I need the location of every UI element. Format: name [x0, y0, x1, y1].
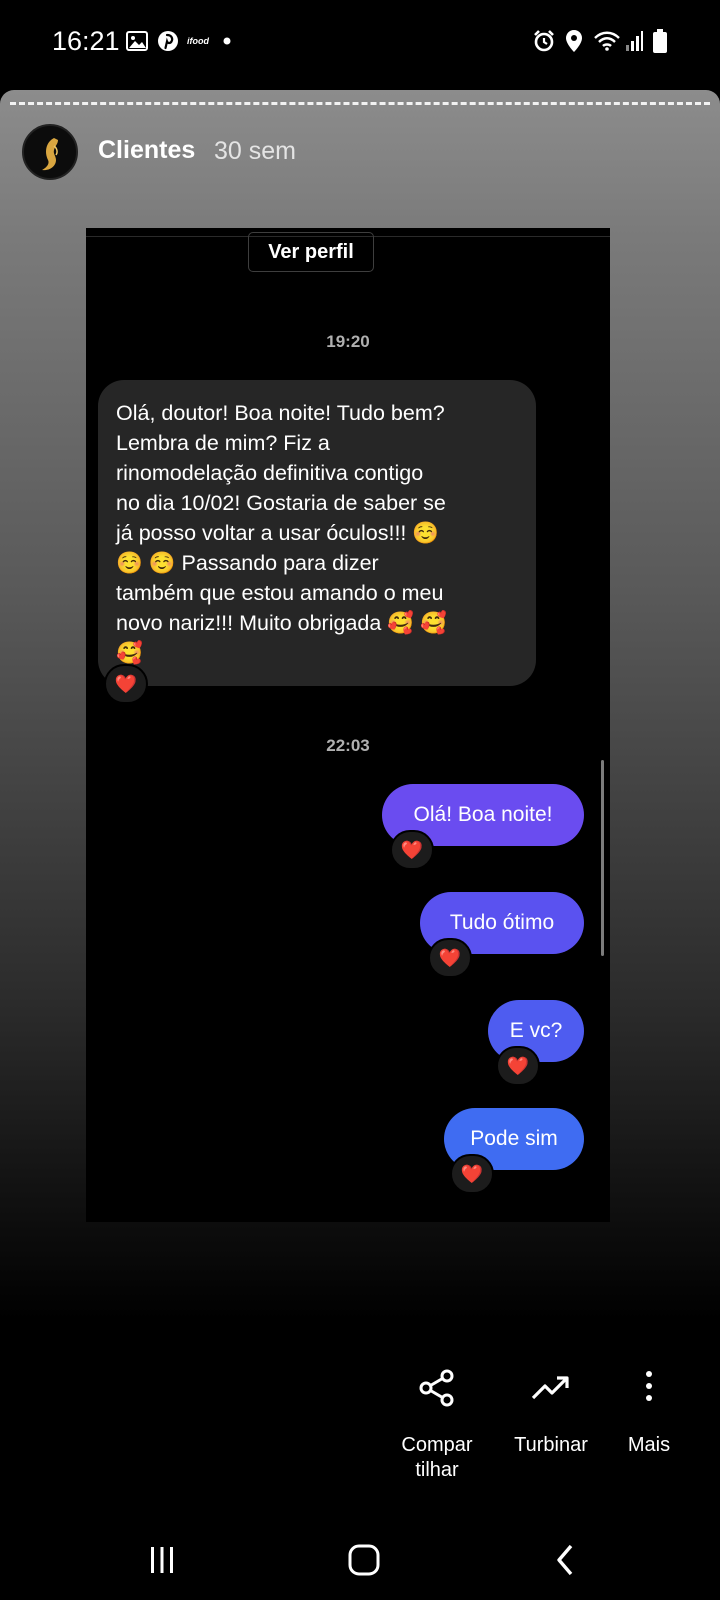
chat-timestamp: 22:03: [326, 736, 370, 755]
wifi-icon: [592, 28, 622, 54]
share-label-line: Compar: [401, 1434, 473, 1456]
story-username[interactable]: Clientes: [98, 136, 195, 165]
alarm-icon: [532, 28, 556, 54]
message-line: rinomodelação definitiva contigo: [116, 461, 424, 485]
more-vertical-icon: [646, 1371, 652, 1401]
signal-icon: [624, 28, 644, 54]
view-profile-button[interactable]: Ver perfil: [248, 232, 374, 272]
share-button[interactable]: Compar tilhar: [382, 1368, 492, 1483]
heart-reaction[interactable]: ❤️: [104, 664, 148, 704]
chat-timestamp: 19:20: [326, 332, 370, 351]
more-button[interactable]: Mais: [594, 1368, 704, 1458]
more-label: Mais: [627, 1434, 671, 1456]
location-icon: [564, 28, 584, 54]
home-button[interactable]: [334, 1540, 394, 1580]
boost-label: Turbinar: [514, 1434, 588, 1456]
profile-logo-icon: [42, 138, 58, 171]
heart-icon: ❤️: [438, 947, 462, 968]
ifood-icon: ifood: [187, 36, 209, 46]
story-progress-bar: [10, 102, 710, 105]
status-bar: 16:21 ifood: [0, 0, 720, 84]
message-line: também que estou amando o meu: [116, 581, 444, 605]
message-line: já posso voltar a usar óculos!!! ☺️: [116, 521, 440, 545]
message-line: no dia 10/02! Gostaria de saber se: [116, 491, 446, 515]
back-button[interactable]: [536, 1540, 596, 1580]
pinterest-icon: [157, 28, 179, 54]
share-icon: [419, 1369, 454, 1407]
trending-up-icon: [531, 1376, 569, 1400]
message-line: 🥰: [116, 641, 143, 665]
boost-button[interactable]: Turbinar: [496, 1368, 606, 1458]
navigation-bar: [0, 1520, 720, 1600]
recents-button[interactable]: [132, 1540, 192, 1580]
story-time-ago: 30 sem: [214, 137, 296, 165]
heart-reaction[interactable]: ❤️: [450, 1154, 494, 1194]
share-label: Compar tilhar: [382, 1433, 492, 1483]
message-line: Lembra de mim? Fiz a: [116, 431, 330, 455]
chat-screenshot: Ver perfil 19:20 Olá, doutor! Boa noite!…: [86, 228, 610, 1222]
home-icon: [348, 1544, 380, 1576]
back-icon: [557, 1544, 573, 1576]
message-line: Olá, doutor! Boa noite! Tudo bem?: [116, 401, 445, 425]
heart-icon: ❤️: [506, 1055, 530, 1076]
status-time: 16:21: [52, 26, 120, 56]
story-viewer[interactable]: Clientes 30 sem Ver perfil 19:20 Olá, do…: [0, 90, 720, 1320]
heart-icon: ❤️: [400, 839, 424, 860]
battery-icon: [652, 28, 668, 54]
heart-reaction[interactable]: ❤️: [390, 830, 434, 870]
heart-icon: ❤️: [114, 673, 138, 694]
heart-icon: ❤️: [460, 1163, 484, 1184]
heart-reaction[interactable]: ❤️: [496, 1046, 540, 1086]
heart-reaction[interactable]: ❤️: [428, 938, 472, 978]
recents-icon: [151, 1547, 173, 1573]
incoming-message-bubble: Olá, doutor! Boa noite! Tudo bem? Lembra…: [98, 380, 536, 686]
dot-icon: [222, 28, 232, 54]
message-line: novo nariz!!! Muito obrigada 🥰 🥰: [116, 611, 447, 635]
image-icon: [126, 28, 148, 54]
avatar[interactable]: [22, 124, 78, 180]
scrollbar[interactable]: [601, 760, 604, 956]
message-line: ☺️ ☺️ Passando para dizer: [116, 551, 379, 575]
share-label-line: tilhar: [415, 1459, 459, 1481]
